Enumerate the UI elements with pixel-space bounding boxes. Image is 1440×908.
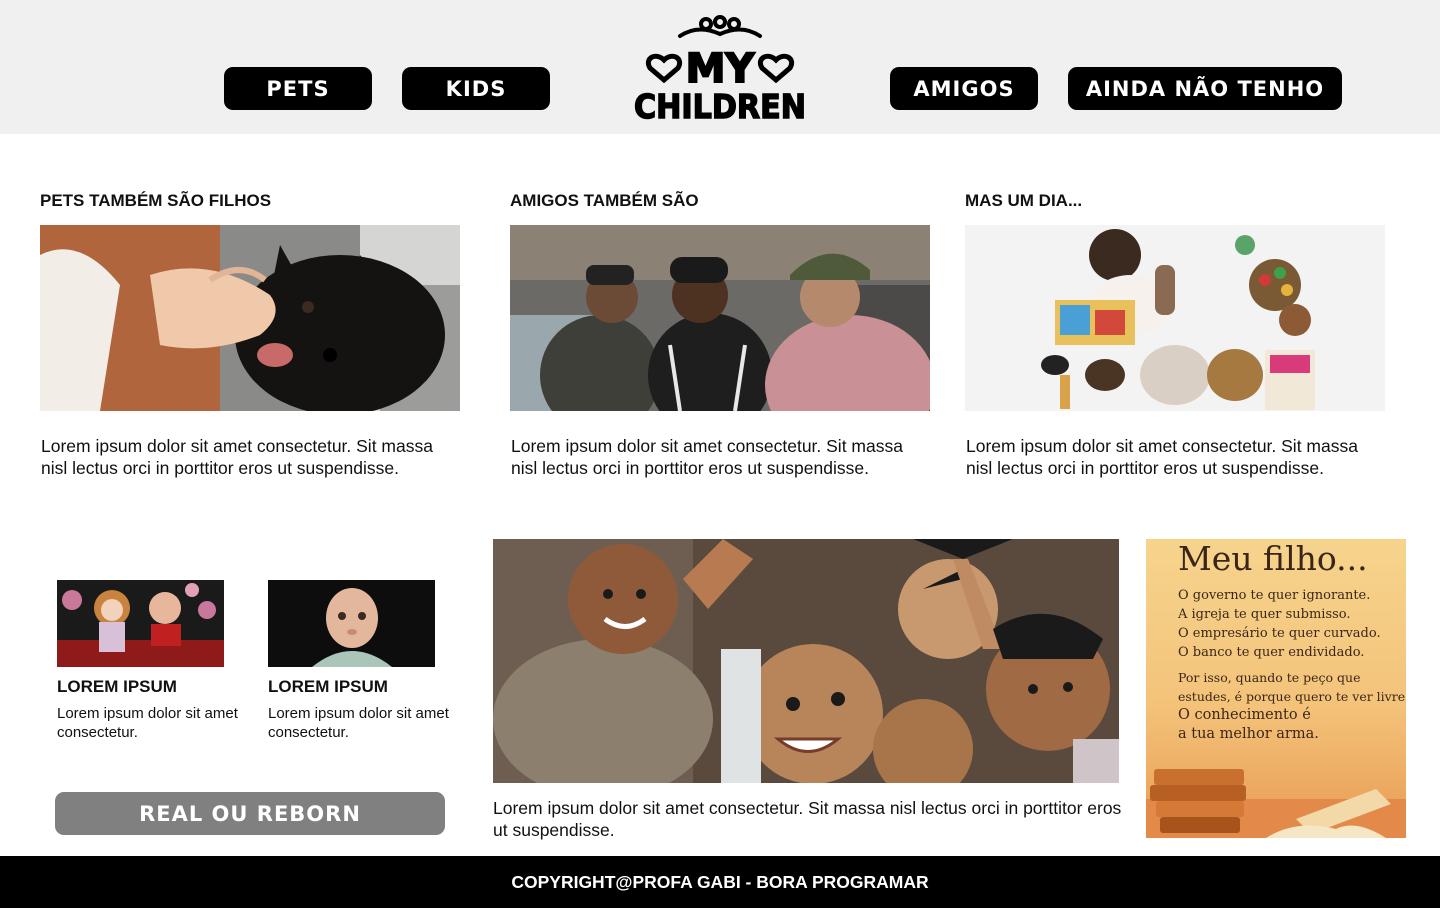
nav-button-kids[interactable]: KIDS xyxy=(402,67,550,110)
poster-line: O empresário te quer curvado. xyxy=(1178,626,1381,641)
card-text-mas-um-dia: Lorem ipsum dolor sit amet consectetur. … xyxy=(966,436,1358,478)
poster-line: O banco te quer endividado. xyxy=(1178,645,1365,660)
books-illustration xyxy=(1146,769,1406,838)
logo-line-1: MY xyxy=(686,46,756,92)
card-text-pets: Lorem ipsum dolor sit amet consectetur. … xyxy=(41,436,433,478)
mini-card-text-2: Lorem ipsum dolor sit amet consectetur. xyxy=(268,705,449,741)
footer: COPYRIGHT@PROFA GABI - BORA PROGRAMAR xyxy=(0,856,1440,908)
nav-button-ainda-nao-tenho[interactable]: AINDA NÃO TENHO xyxy=(1068,67,1342,110)
card-title-amigos: AMIGOS TAMBÉM SÃO xyxy=(510,191,699,210)
poster-line: O conhecimento é xyxy=(1178,707,1311,723)
mini-card-title-1: LOREM IPSUM xyxy=(57,677,177,696)
meu-filho-poster: Meu filho... O governo te quer ignorante… xyxy=(1146,539,1406,838)
poster-line: A igreja te quer submisso. xyxy=(1178,607,1351,622)
mini-card-text-1: Lorem ipsum dolor sit amet consectetur. xyxy=(57,705,238,741)
real-ou-reborn-button[interactable]: REAL OU REBORN xyxy=(55,792,445,835)
poster-line: estudes, é porque quero te ver livre. xyxy=(1178,689,1406,704)
nav-button-amigos[interactable]: AMIGOS xyxy=(890,67,1038,110)
kid-toys-image xyxy=(965,225,1385,411)
card-text-amigos: Lorem ipsum dolor sit amet consectetur. … xyxy=(511,436,903,478)
poster-title: Meu filho... xyxy=(1178,539,1368,578)
reborn-doll-image xyxy=(268,580,435,667)
poster-line: O governo te quer ignorante. xyxy=(1178,588,1371,603)
logo[interactable]: MY CHILDREN xyxy=(628,14,812,124)
pets-dog-image xyxy=(40,225,460,411)
copyright-text: COPYRIGHT@PROFA GABI - BORA PROGRAMAR xyxy=(511,871,929,892)
mini-card-title-2: LOREM IPSUM xyxy=(268,677,388,696)
hero-text: Lorem ipsum dolor sit amet consectetur. … xyxy=(493,798,1122,840)
poster-line: a tua melhor arma. xyxy=(1178,726,1319,742)
amigos-friends-image xyxy=(510,225,930,411)
card-title-mas-um-dia: MAS UM DIA... xyxy=(965,191,1083,210)
dolls-image xyxy=(57,580,224,667)
nav-button-pets[interactable]: PETS xyxy=(224,67,372,110)
logo-line-2: CHILDREN xyxy=(634,87,806,124)
poster-line: Por isso, quando te peço que xyxy=(1178,670,1361,685)
poster-text: O governo te quer ignorante. A igreja te… xyxy=(1178,586,1406,744)
children-group-image xyxy=(493,539,1119,783)
card-title-pets: PETS TAMBÉM SÃO FILHOS xyxy=(40,191,272,210)
header: PETS KIDS MY CHILDREN AMIGOS AINDA NÃO T… xyxy=(0,0,1440,134)
